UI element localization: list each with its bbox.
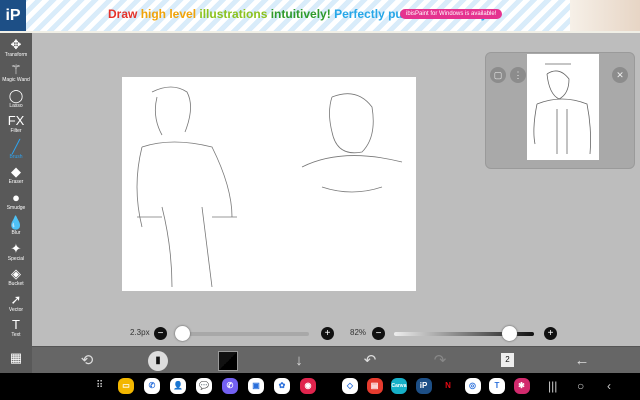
redo-icon[interactable]: ↷ — [430, 351, 450, 371]
filter-icon: FX — [7, 113, 25, 128]
meet-app-icon[interactable]: ▣ — [248, 378, 264, 394]
back-button[interactable]: ‹ — [607, 378, 611, 394]
netflix-app-icon[interactable]: N — [440, 378, 456, 394]
canva-app-icon[interactable]: Canva — [391, 378, 407, 394]
tool-blur[interactable]: 💧 Blur — [0, 212, 32, 238]
chrome-app-icon[interactable]: ◎ — [464, 378, 481, 394]
maps-app-icon[interactable]: ◇ — [342, 378, 358, 394]
fit-icon[interactable]: ▢ — [490, 67, 506, 83]
navigator-window[interactable]: ▢ ⋮ ✕ — [485, 52, 635, 169]
phone-app-icon[interactable]: ✆ — [144, 378, 160, 394]
brush-sliders: 2.3px − + 82% − + — [32, 322, 640, 346]
special-icon: ✦ — [10, 240, 22, 256]
recent-apps-button[interactable]: ||| — [548, 378, 557, 394]
bottom-toolbar: ⟲ ▮ ↓ ↶ ↷ 2 ← — [32, 346, 640, 373]
opacity-plus-button[interactable]: + — [544, 327, 557, 340]
viber-app-icon[interactable]: ✆ — [222, 378, 238, 394]
ibispaint-app-icon[interactable]: iP — [415, 378, 432, 394]
screen-recorder-app-icon[interactable]: ◉ — [300, 378, 316, 394]
ibispaint-logo: iP — [0, 0, 26, 31]
brush-icon: ╱ — [12, 138, 20, 154]
close-navigator-icon[interactable]: ✕ — [612, 67, 628, 83]
tool-label: Special — [7, 255, 25, 262]
home-button[interactable]: ○ — [577, 378, 584, 394]
eraser-icon: ◆ — [11, 164, 21, 179]
brush-size-knob[interactable] — [174, 326, 190, 341]
smudge-icon: ● — [12, 189, 20, 205]
photos-app-icon[interactable]: ✿ — [274, 378, 290, 394]
flower-app-icon[interactable]: ✱ — [513, 378, 530, 394]
tool-sidebar: ✥ Transform ⚚ Magic Wand ◯ Lasso FX Filter ╱ Brus… — [0, 33, 32, 375]
tool-transform[interactable]: ✥ Transform — [0, 33, 32, 59]
tool-label: Bucket — [8, 281, 24, 287]
tool-eraser[interactable]: ◆ Eraser — [0, 161, 32, 187]
tool-smudge[interactable]: ● Smudge — [0, 186, 32, 212]
tool-label: Transform — [4, 51, 28, 58]
android-taskbar: ⠿ ▭ ✆ 👤 💬 ✆ ▣ ✿ ◉ ◇ ▤ Canva iP N ◎ T ✱ ||| ○ ‹ — [0, 373, 640, 400]
download-arrow-icon[interactable]: ↓ — [289, 351, 309, 371]
notes-app-icon[interactable]: ▤ — [366, 378, 383, 394]
tool-more[interactable]: ▦ — [0, 339, 32, 365]
opacity-knob[interactable] — [501, 326, 517, 341]
brush-size-value: 2.3px — [130, 328, 150, 337]
tool-label: Filter — [10, 128, 22, 134]
tagline-segment: high level — [140, 7, 200, 21]
lasso-icon: ◯ — [8, 87, 24, 103]
tool-vector[interactable]: ➚ Vector — [0, 288, 32, 314]
messages-app-icon[interactable]: 💬 — [196, 378, 212, 394]
tool-label: Text — [11, 332, 21, 338]
tool-bucket[interactable]: ◈ Bucket — [0, 263, 32, 289]
opacity-minus-button[interactable]: − — [372, 327, 385, 340]
drawing-canvas[interactable] — [122, 77, 416, 291]
brush-size-slider[interactable] — [179, 332, 309, 336]
app-drawer-icon[interactable]: ⠿ — [96, 378, 103, 394]
undo-icon[interactable]: ↶ — [360, 351, 380, 371]
layout-icon: ▦ — [9, 349, 23, 365]
opacity-value: 82% — [350, 328, 367, 337]
more-menu-icon[interactable]: ⋮ — [510, 67, 526, 83]
blur-icon: 💧 — [7, 215, 25, 230]
brush-preview-button[interactable]: ▮ — [148, 351, 168, 371]
brush-size-plus-button[interactable]: + — [321, 327, 334, 340]
tool-label: Lasso — [9, 102, 23, 109]
tool-brush[interactable]: ╱ Brush — [0, 135, 32, 161]
files-app-icon[interactable]: ▭ — [118, 378, 134, 394]
tagline-segment: Draw — [108, 7, 141, 21]
brush-size-minus-button[interactable]: − — [154, 327, 167, 340]
vector-icon: ➚ — [10, 291, 22, 307]
tool-label: Magic Wand — [2, 77, 30, 83]
layers-button[interactable]: 2 — [501, 353, 514, 367]
tool-label: Vector — [8, 306, 24, 313]
tool-magic-wand[interactable]: ⚚ Magic Wand — [0, 59, 32, 85]
banner-character-image — [570, 0, 640, 31]
tool-label: Brush — [9, 153, 23, 160]
tool-label: Smudge — [6, 204, 26, 211]
transform-icon: ✥ — [10, 36, 22, 52]
ad-banner[interactable]: iP Draw high level illustrations intuiti… — [0, 0, 640, 33]
tagline-segment: illustrations — [199, 7, 271, 21]
text-icon: T — [12, 317, 20, 332]
bucket-icon: ◈ — [11, 266, 21, 281]
tagline-segment: intuitively! — [270, 7, 335, 21]
tool-filter[interactable]: FX Filter — [0, 110, 32, 136]
tool-label: Blur — [11, 230, 21, 236]
color-swatch-button[interactable] — [218, 351, 238, 371]
back-arrow-icon[interactable]: ← — [572, 351, 592, 371]
navigator-thumbnail — [527, 54, 599, 160]
tool-label: Eraser — [8, 179, 24, 185]
contacts-app-icon[interactable]: 👤 — [170, 378, 186, 394]
tool-text[interactable]: T Text — [0, 314, 32, 340]
teams-app-icon[interactable]: T — [489, 378, 505, 394]
rotate-canvas-icon[interactable]: ⟲ — [77, 351, 97, 371]
sketch-strokes — [136, 86, 403, 288]
windows-badge[interactable]: ibisPaint for Windows is available! — [400, 9, 503, 19]
tool-special[interactable]: ✦ Special — [0, 237, 32, 263]
tool-lasso[interactable]: ◯ Lasso — [0, 84, 32, 110]
magic-wand-icon: ⚚ — [10, 62, 22, 77]
